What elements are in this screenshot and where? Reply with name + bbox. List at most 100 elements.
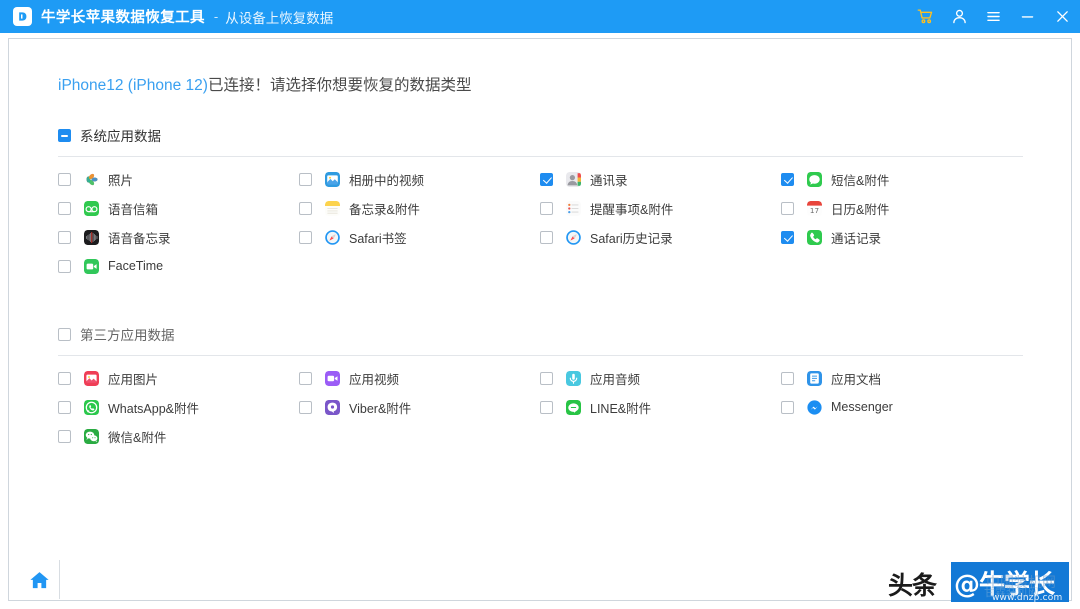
app-logo-icon [13,7,32,26]
data-type-checkbox[interactable] [540,400,553,414]
wechat-icon [84,428,99,444]
data-type-label: 备忘录&附件 [349,202,420,217]
section-third-party-label: 第三方应用数据 [80,328,175,343]
album-video-icon [325,171,340,187]
data-type-checkbox[interactable] [299,400,312,414]
data-type-item[interactable]: 微信&附件 [58,426,166,446]
section-third-party: 第三方应用数据 应用图片 WhatsApp&附件微信&附件 应用视频 Viber&附件… [58,324,1023,458]
notes-icon [325,200,340,216]
data-type-checkbox[interactable] [781,230,794,244]
data-type-label: WhatsApp&附件 [108,401,200,416]
data-type-label: 应用文档 [831,372,882,387]
footer-divider [59,560,60,599]
data-type-label: 应用音频 [590,372,641,387]
data-type-item[interactable]: Safari历史记录 [540,227,673,247]
data-type-label: 通话记录 [831,231,882,246]
data-type-label: 日历&附件 [831,202,890,217]
data-type-item[interactable]: 应用音频 [540,368,640,388]
app-doc-icon [807,370,822,386]
section-system-divider [58,156,1023,157]
phone-icon [807,229,822,245]
minimize-icon[interactable] [1010,0,1044,33]
messages-icon [807,171,822,187]
data-type-item[interactable]: 语音信箱 [58,198,158,218]
section-system-label: 系统应用数据 [80,129,161,144]
data-type-checkbox[interactable] [540,371,553,385]
data-type-checkbox[interactable] [58,230,71,244]
data-type-item[interactable]: FaceTime [58,256,163,276]
section-system: 系统应用数据 照片语音信箱语音备忘录 FaceTime 相册中的视频备忘录&附件 Sa… [58,125,1023,287]
data-type-checkbox[interactable] [781,201,794,215]
account-icon[interactable] [942,0,976,33]
data-type-label: 短信&附件 [831,173,890,188]
data-type-checkbox[interactable] [540,201,553,215]
app-title: 牛学长苹果数据恢复工具 [41,10,205,26]
data-type-checkbox[interactable] [781,371,794,385]
section-system-items: 照片语音信箱语音备忘录 FaceTime 相册中的视频备忘录&附件 Safari书签 通… [58,169,1023,287]
data-type-checkbox[interactable] [540,230,553,244]
data-type-item[interactable]: 备忘录&附件 [299,198,420,218]
photos-icon [84,171,99,187]
data-type-checkbox[interactable] [299,201,312,215]
data-type-checkbox[interactable] [58,400,71,414]
voicemail-icon [84,200,99,216]
data-type-item[interactable]: 应用文档 [781,368,881,388]
data-type-checkbox[interactable] [58,259,71,273]
app-audio-icon [566,370,581,386]
contacts-icon [566,171,581,187]
connected-device-name: iPhone12 (iPhone 12) [58,77,208,94]
section-third-party-header[interactable]: 第三方应用数据 [58,324,1023,344]
data-type-item[interactable]: 照片 [58,169,133,189]
voice-memos-icon [84,229,99,245]
data-type-item[interactable]: LINE&附件 [540,397,651,417]
watermark-url: www.dnzp.com [992,593,1063,603]
app-video-icon [325,370,340,386]
data-type-checkbox[interactable] [58,172,71,186]
messenger-icon [807,399,822,415]
section-third-party-checkbox[interactable] [58,327,71,341]
data-type-item[interactable]: 相册中的视频 [299,169,424,189]
data-type-checkbox[interactable] [299,172,312,186]
data-type-label: Safari历史记录 [590,231,673,246]
data-type-checkbox[interactable] [781,172,794,186]
data-type-item[interactable]: 应用图片 [58,368,158,388]
data-type-item[interactable]: 通话记录 [781,227,881,247]
data-type-checkbox[interactable] [58,371,71,385]
data-type-item[interactable]: 17 日历&附件 [781,198,889,218]
svg-text:17: 17 [810,206,819,215]
section-third-party-divider [58,355,1023,356]
data-type-item[interactable]: 应用视频 [299,368,399,388]
data-type-item[interactable]: 提醒事项&附件 [540,198,673,218]
data-type-checkbox[interactable] [299,230,312,244]
viber-icon [325,399,340,415]
data-type-label: Safari书签 [349,231,407,246]
data-type-item[interactable]: Safari书签 [299,227,407,247]
menu-icon[interactable] [976,0,1010,33]
data-type-item[interactable]: Viber&附件 [299,397,411,417]
cart-icon[interactable] [908,0,942,33]
home-icon[interactable] [29,571,50,595]
data-type-item[interactable]: Messenger [781,397,893,417]
data-type-checkbox[interactable] [58,201,71,215]
safari-icon [566,229,581,245]
section-system-checkbox[interactable] [58,128,71,142]
data-type-label: 语音备忘录 [108,231,171,246]
data-type-checkbox[interactable] [540,172,553,186]
data-type-checkbox[interactable] [58,429,71,443]
reminders-icon [566,200,581,216]
app-window: 牛学长苹果数据恢复工具 - 从设备上恢复数据 iPhone12 (iPhone … [0,0,1080,609]
data-type-item[interactable]: 通讯录 [540,169,628,189]
close-icon[interactable] [1044,0,1080,33]
connection-headline: iPhone12 (iPhone 12)已连接！请选择你想要恢复的数据类型 [58,73,471,95]
section-third-party-items: 应用图片 WhatsApp&附件微信&附件 应用视频 Viber&附件 应用音频 LINE… [58,368,1023,458]
data-type-label: 通讯录 [590,173,628,188]
data-type-item[interactable]: WhatsApp&附件 [58,397,199,417]
data-type-item[interactable]: 语音备忘录 [58,227,171,247]
whatsapp-icon [84,399,99,415]
data-type-checkbox[interactable] [299,371,312,385]
data-type-item[interactable]: 短信&附件 [781,169,889,189]
data-type-label: LINE&附件 [590,401,652,416]
section-system-header[interactable]: 系统应用数据 [58,125,1023,145]
data-type-label: 应用视频 [349,372,400,387]
data-type-checkbox[interactable] [781,400,794,414]
